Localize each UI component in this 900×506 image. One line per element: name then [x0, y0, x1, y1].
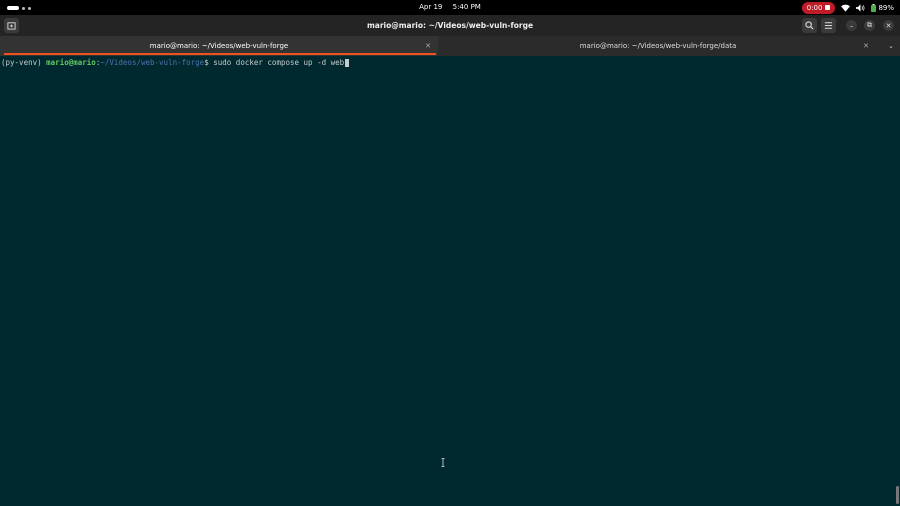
tab-bar: mario@mario: ~/Videos/web-vuln-forge ✕ m… [0, 36, 900, 56]
prompt-line: (py-venv) mario@mario:~/Videos/web-vuln-… [1, 58, 350, 67]
scrollbar-thumb[interactable] [896, 486, 899, 504]
mouse-ibeam-cursor-icon [441, 458, 445, 467]
tab-web-vuln-forge[interactable]: mario@mario: ~/Videos/web-vuln-forge [0, 36, 438, 56]
new-tab-button[interactable] [4, 18, 19, 33]
text-cursor [345, 59, 350, 67]
terminal-header-bar: mario@mario: ~/Videos/web-vuln-forge – ⧉… [0, 15, 900, 36]
system-top-bar: Apr 19 5:40 PM 0:00 89% [0, 0, 900, 15]
close-window-button[interactable]: ✕ [883, 20, 894, 31]
chevron-down-icon: ⌄ [888, 42, 894, 50]
tab-close-button[interactable]: ✕ [861, 36, 871, 56]
tab-web-vuln-forge-data[interactable]: mario@mario: ~/Videos/web-vuln-forge/dat… [440, 36, 876, 56]
tab-list-button[interactable]: ⌄ [888, 36, 894, 56]
command-text: sudo docker compose up -d web [213, 58, 345, 67]
active-tab-indicator [4, 53, 436, 55]
menu-button[interactable] [821, 18, 836, 33]
tab-label: mario@mario: ~/Videos/web-vuln-forge/dat… [579, 42, 737, 50]
battery-percent: 89% [878, 3, 894, 12]
restore-button[interactable]: ⧉ [864, 20, 875, 31]
hamburger-menu-icon [824, 22, 833, 29]
prompt-userhost: mario@mario [46, 58, 96, 67]
minimize-icon: – [849, 21, 854, 30]
restore-icon: ⧉ [867, 21, 872, 29]
window-title: mario@mario: ~/Videos/web-vuln-forge [366, 21, 534, 30]
tab-close-button[interactable]: ✕ [423, 36, 433, 56]
recording-time: 0:00 [806, 3, 823, 12]
battery-status: 89% [871, 3, 894, 12]
close-icon: ✕ [863, 42, 869, 50]
volume-icon [856, 3, 865, 12]
date-label: Apr 19 [419, 3, 443, 11]
prompt-symbol: $ [204, 58, 214, 67]
minimize-button[interactable]: – [846, 20, 857, 31]
venv-label: (py-venv) [1, 58, 47, 67]
battery-icon [871, 3, 877, 12]
terminal-area[interactable]: (py-venv) mario@mario:~/Videos/web-vuln-… [0, 56, 900, 506]
stop-icon [825, 5, 831, 10]
search-icon [805, 21, 814, 30]
new-tab-icon [7, 22, 16, 30]
close-icon: ✕ [425, 42, 431, 50]
close-icon: ✕ [885, 21, 892, 30]
search-button[interactable] [802, 18, 817, 33]
prompt-path: ~/Videos/web-vuln-forge [100, 58, 205, 67]
tab-label: mario@mario: ~/Videos/web-vuln-forge [149, 42, 289, 50]
clock[interactable]: Apr 19 5:40 PM [0, 0, 900, 15]
wifi-icon [841, 4, 851, 12]
system-indicators[interactable]: 0:00 89% [801, 1, 894, 14]
screen-recording-indicator[interactable]: 0:00 [801, 1, 836, 14]
time-label: 5:40 PM [452, 3, 481, 11]
